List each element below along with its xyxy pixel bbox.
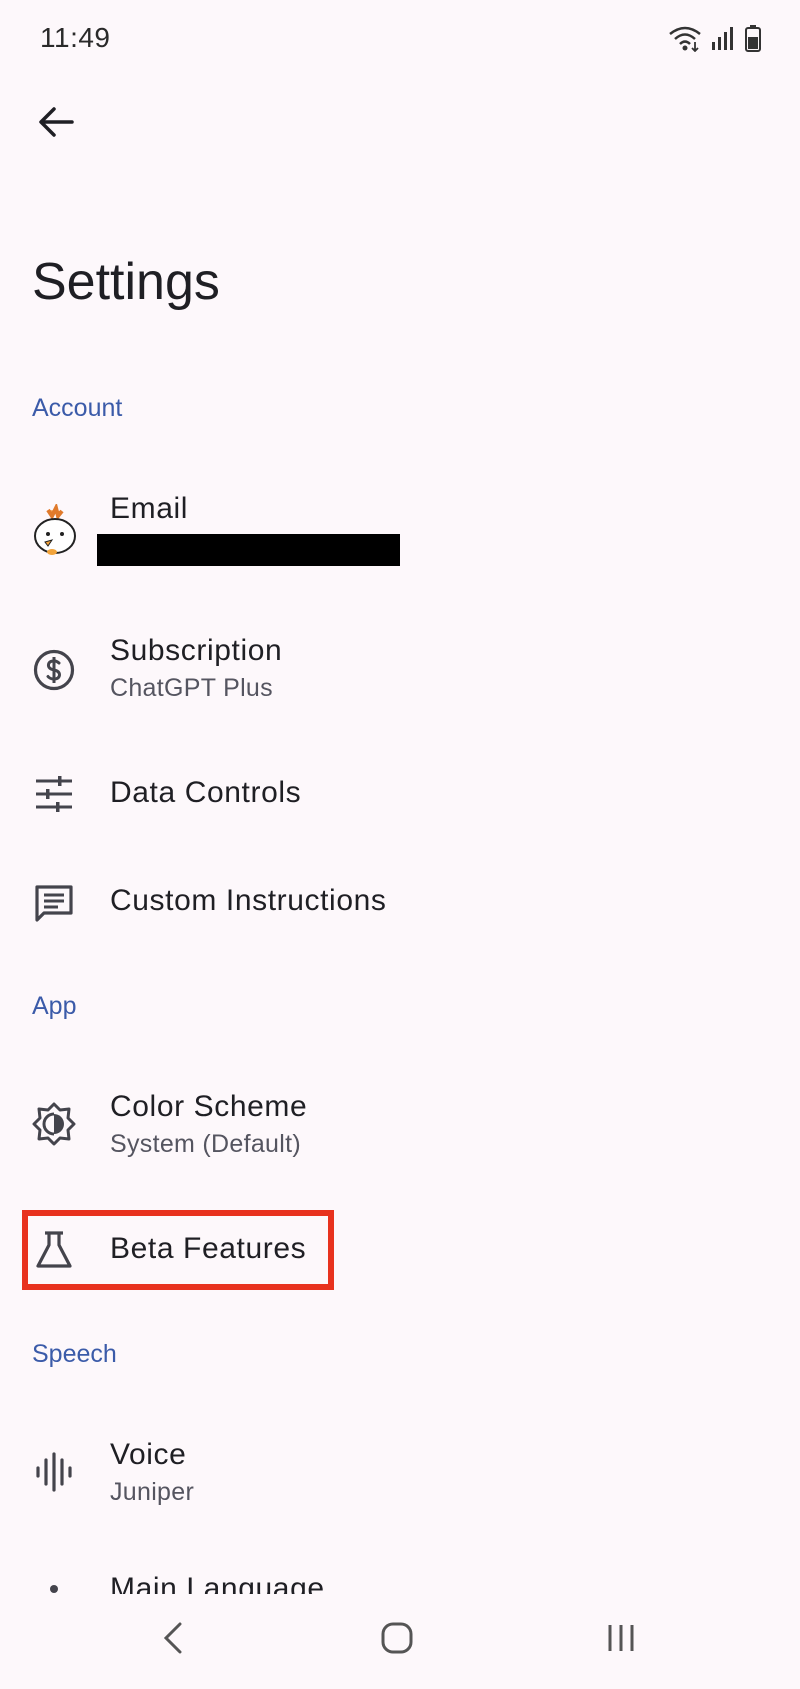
row-email-label: Email — [110, 492, 189, 525]
wifi-icon — [668, 24, 702, 57]
nav-recents-button[interactable] — [596, 1618, 646, 1662]
signal-icon — [710, 25, 736, 56]
status-icons — [668, 24, 762, 57]
sliders-icon — [32, 772, 76, 816]
nav-recents-icon — [604, 1621, 638, 1660]
section-header-speech: Speech — [32, 1340, 117, 1368]
row-voice[interactable]: Voice Juniper — [0, 1424, 800, 1524]
row-custom-instructions-text: Custom Instructions — [110, 884, 387, 918]
redacted-email — [97, 534, 400, 566]
row-data-controls-label: Data Controls — [110, 776, 302, 809]
avatar — [30, 504, 80, 556]
nav-home-button[interactable] — [372, 1618, 422, 1662]
row-custom-instructions[interactable]: Custom Instructions — [0, 860, 800, 944]
row-subscription-label: Subscription — [110, 634, 283, 667]
battery-icon — [744, 24, 762, 57]
row-voice-value: Juniper — [110, 1478, 195, 1506]
nav-back-icon — [162, 1621, 184, 1660]
arrow-left-icon — [38, 106, 74, 143]
row-custom-instructions-label: Custom Instructions — [110, 884, 387, 917]
row-color-scheme-label: Color Scheme — [110, 1090, 308, 1123]
row-color-scheme-text: Color Scheme System (Default) — [110, 1090, 307, 1159]
status-bar: 11:49 — [0, 0, 800, 76]
row-voice-label: Voice — [110, 1438, 187, 1471]
page-title: Settings — [32, 253, 220, 311]
highlight-box — [22, 1210, 334, 1290]
nav-home-icon — [380, 1621, 414, 1660]
brightness-icon — [32, 1102, 76, 1146]
row-color-scheme[interactable]: Color Scheme System (Default) — [0, 1076, 800, 1176]
section-header-app: App — [32, 992, 77, 1020]
back-button[interactable] — [30, 98, 82, 150]
section-header-account: Account — [32, 394, 123, 422]
row-subscription[interactable]: Subscription ChatGPT Plus — [0, 620, 800, 720]
row-data-controls[interactable]: Data Controls — [0, 752, 800, 836]
dollar-circle-icon — [32, 648, 76, 692]
nav-back-button[interactable] — [148, 1618, 198, 1662]
status-time: 11:49 — [40, 22, 111, 53]
waveform-icon — [32, 1450, 76, 1494]
row-subscription-text: Subscription ChatGPT Plus — [110, 634, 282, 703]
row-voice-text: Voice Juniper — [110, 1438, 194, 1507]
system-nav-bar — [0, 1590, 800, 1689]
row-color-scheme-value: System (Default) — [110, 1130, 301, 1158]
row-subscription-value: ChatGPT Plus — [110, 674, 273, 702]
row-data-controls-text: Data Controls — [110, 776, 301, 810]
message-icon — [32, 882, 76, 926]
row-email-text: Email — [110, 492, 188, 526]
